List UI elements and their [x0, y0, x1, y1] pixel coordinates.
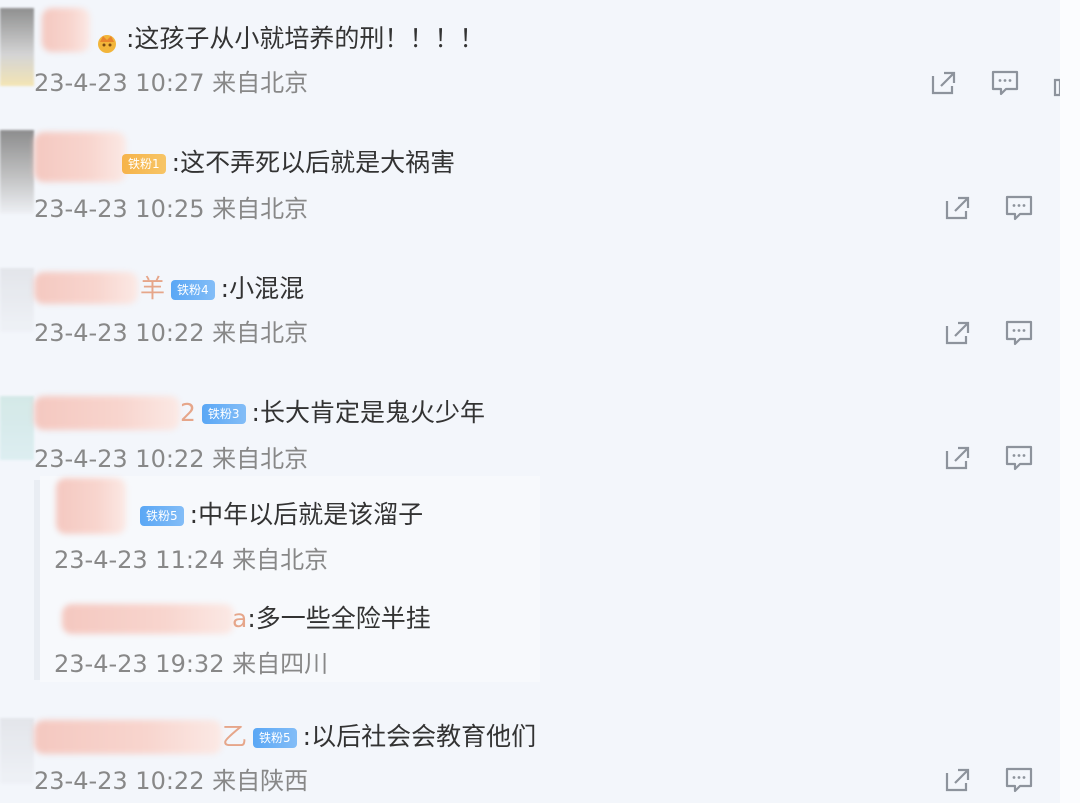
comment-icon[interactable]	[1004, 443, 1034, 473]
user-name-tail[interactable]: 羊	[140, 274, 165, 303]
comment-text: :小混混	[220, 274, 305, 303]
share-icon[interactable]	[942, 318, 972, 348]
reply-text: :多一些全险半挂	[247, 604, 431, 633]
comment-meta: 23-4-23 10:22 来自北京	[34, 445, 309, 473]
avatar[interactable]	[0, 268, 34, 332]
user-name-blurred[interactable]	[34, 720, 222, 754]
user-name-blurred[interactable]	[42, 8, 90, 52]
comment-icon[interactable]	[990, 68, 1020, 98]
user-name-blurred[interactable]	[34, 396, 180, 430]
fan-badge: 铁粉3	[201, 404, 246, 424]
comment-icon[interactable]	[1004, 318, 1034, 348]
user-name-blurred[interactable]	[62, 604, 234, 634]
comment-meta: 23-4-23 10:25 来自北京	[34, 195, 309, 223]
reply-text: :中年以后就是该溜子	[189, 500, 424, 529]
fan-badge: 铁粉1	[122, 154, 166, 174]
comment-text: :这不弄死以后就是大祸害	[171, 148, 456, 177]
comment-icon[interactable]	[1004, 193, 1034, 223]
user-name-tail[interactable]: a	[232, 604, 247, 633]
user-name-blurred[interactable]	[34, 272, 138, 304]
fan-badge: 铁粉4	[171, 280, 215, 300]
reply-meta: 23-4-23 11:24 来自北京	[54, 546, 329, 574]
comment-text: :长大肯定是鬼火少年	[251, 398, 485, 427]
reply-meta: 23-4-23 19:32 来自四川	[54, 650, 329, 678]
scroll-edge	[1060, 0, 1080, 803]
comment-meta: 23-4-23 10:27 来自北京	[34, 69, 309, 97]
crown-icon	[94, 29, 120, 53]
share-icon[interactable]	[942, 765, 972, 795]
avatar[interactable]	[0, 8, 34, 86]
share-icon[interactable]	[942, 193, 972, 223]
share-icon[interactable]	[928, 68, 958, 98]
share-icon[interactable]	[942, 443, 972, 473]
comment-text: :以后社会会教育他们	[302, 722, 537, 751]
fan-badge: 铁粉5	[253, 728, 297, 748]
comment-icon[interactable]	[1004, 765, 1034, 795]
user-name-blurred[interactable]	[56, 478, 126, 534]
like-icon[interactable]	[1052, 68, 1060, 98]
avatar[interactable]	[0, 718, 34, 784]
comment-text: :这孩子从小就培养的刑！！！！	[126, 24, 485, 53]
user-name-tail[interactable]: 2	[180, 398, 196, 427]
fan-badge: 铁粉5	[140, 506, 184, 526]
comment-meta: 23-4-23 10:22 来自北京	[34, 319, 309, 347]
user-name-blurred[interactable]	[34, 132, 126, 182]
user-name-tail[interactable]: 乙	[222, 722, 247, 751]
comment-meta: 23-4-23 10:22 来自陕西	[34, 767, 309, 795]
avatar[interactable]	[0, 396, 34, 460]
reply-thread-bar	[34, 480, 40, 680]
avatar[interactable]	[0, 130, 34, 214]
